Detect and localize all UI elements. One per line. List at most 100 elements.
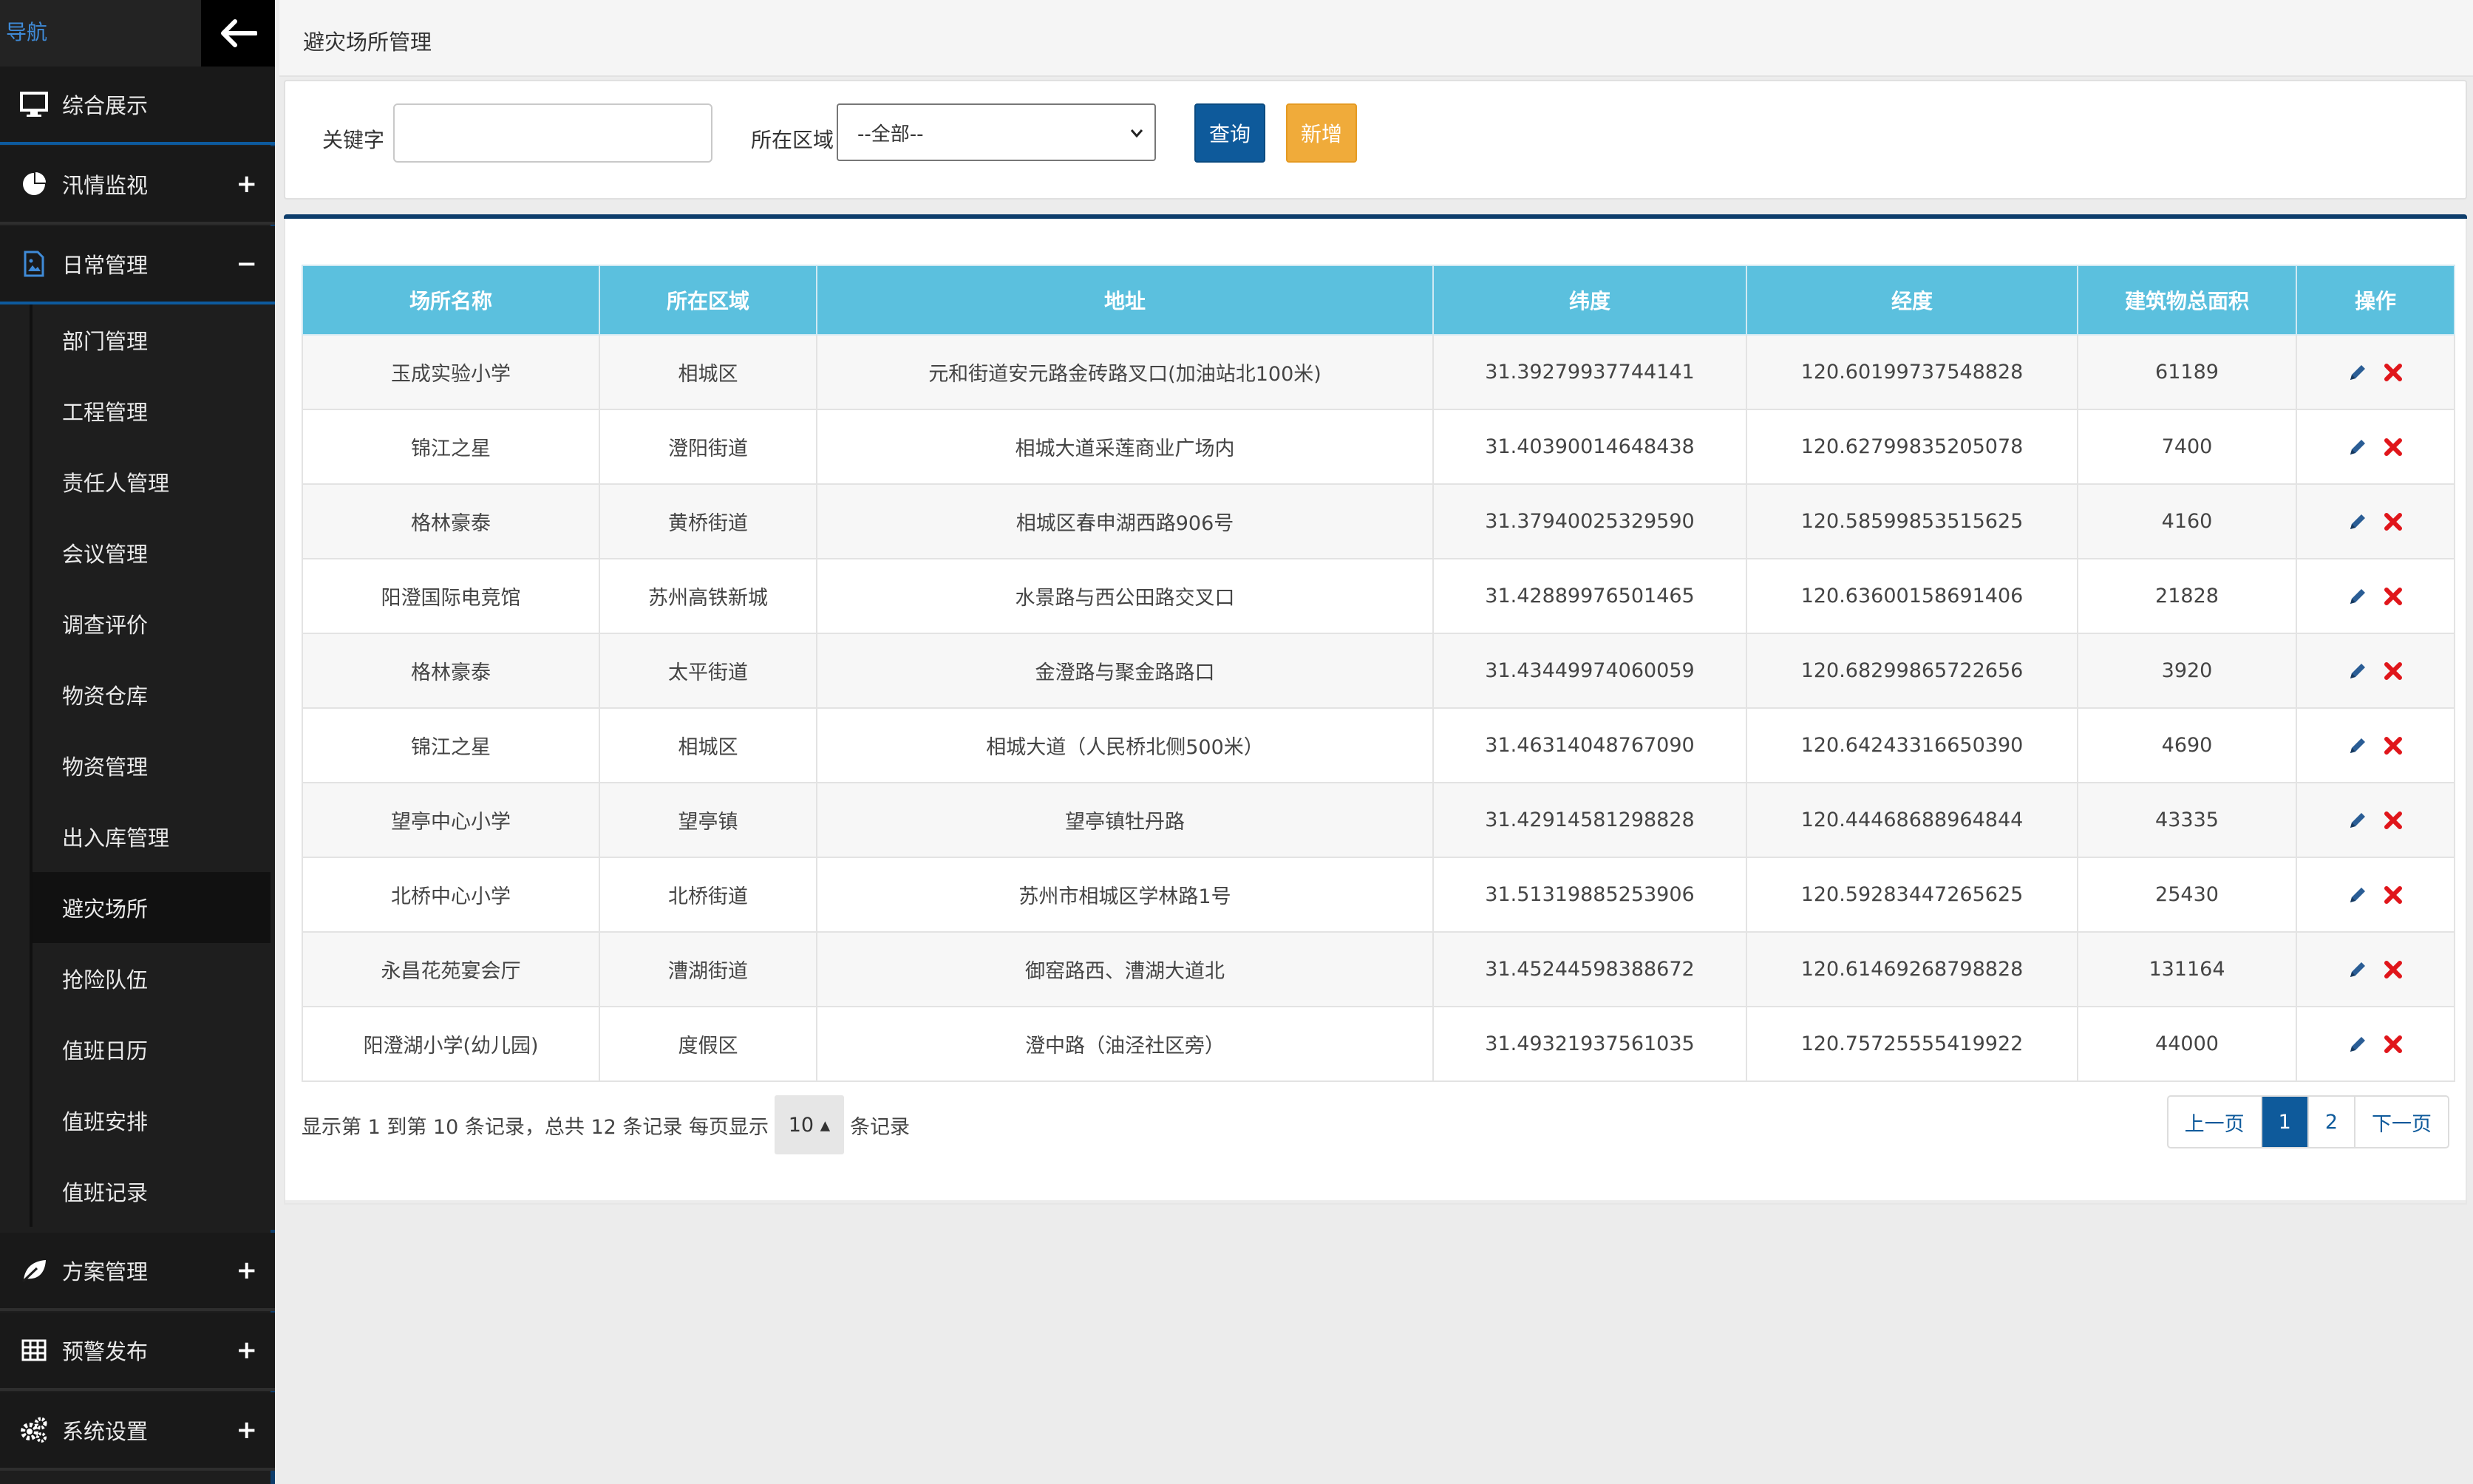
expand-icon: + [236, 1335, 258, 1365]
edit-icon[interactable] [2345, 658, 2370, 684]
delete-icon[interactable] [2381, 435, 2406, 460]
table-cell: 120.58599853515625 [1746, 483, 2078, 559]
sidebar-item-meetings[interactable]: 会议管理 [30, 517, 271, 588]
page-size-select[interactable]: 10 ▴ [774, 1095, 844, 1154]
row-actions [2297, 1032, 2454, 1057]
pagination-info-prefix: 显示第 1 到第 10 条记录，总共 12 条记录 每页显示 [302, 1115, 769, 1139]
table-cell: 61189 [2077, 334, 2297, 410]
sidebar-item-responsible-persons[interactable]: 责任人管理 [30, 446, 271, 517]
menu-system-settings[interactable]: 系统设置 + [0, 1392, 275, 1471]
column-header[interactable]: 建筑物总面积 [2077, 265, 2297, 336]
sidebar-item-duty-calendar[interactable]: 值班日历 [30, 1014, 271, 1085]
sidebar-item-rescue-teams[interactable]: 抢险队伍 [30, 943, 271, 1014]
delete-icon[interactable] [2381, 733, 2406, 758]
table-cell: 度假区 [599, 1006, 817, 1082]
edit-icon[interactable] [2345, 584, 2370, 609]
menu-overview[interactable]: 综合展示 [0, 67, 275, 145]
table-cell: 31.40390014648438 [1432, 409, 1747, 485]
row-actions [2297, 509, 2454, 534]
row-actions [2297, 808, 2454, 833]
panel-body: 场所名称 所在区域 地址 纬度 经度 建筑物总面积 操作 玉成实验小学 相城区 元和… [284, 219, 2467, 1205]
sidebar-item-warehouses[interactable]: 物资仓库 [30, 659, 271, 730]
sidebar-item-departments[interactable]: 部门管理 [30, 304, 271, 375]
menu-warning-release[interactable]: 预警发布 + [0, 1313, 275, 1391]
delete-icon[interactable] [2381, 957, 2406, 982]
menu-label: 方案管理 [62, 1259, 149, 1284]
collapse-icon: − [236, 249, 258, 279]
table-row: 北桥中心小学 北桥街道 苏州市相城区学林路1号 31.51319885253906 12… [302, 857, 2455, 933]
table-cell: 苏州高铁新城 [599, 558, 817, 634]
sidebar: 导航 综合展示 汛情监视 + 日常管理 − 部门管理 工程管理 责任人管理 会议… [0, 0, 275, 1484]
table-cell: 北桥街道 [599, 857, 817, 933]
delete-icon[interactable] [2381, 584, 2406, 609]
table-row: 永昌花苑宴会厅 漕湖街道 御窑路西、漕湖大道北 31.45244598388672 12… [302, 931, 2455, 1007]
table-cell: 黄桥街道 [599, 483, 817, 559]
column-header: 操作 [2296, 265, 2455, 336]
menu-label: 系统设置 [62, 1419, 149, 1444]
table-row: 阳澄湖小学(幼儿园) 度假区 澄中路（油泾社区旁） 31.49321937561035… [302, 1006, 2455, 1082]
edit-icon[interactable] [2345, 509, 2370, 534]
table-cell: 澄中路（油泾社区旁） [816, 1006, 1434, 1082]
sidebar-item-duty-records[interactable]: 值班记录 [30, 1156, 271, 1227]
edit-icon[interactable] [2345, 733, 2370, 758]
table-cell: 120.68299865722656 [1746, 633, 2078, 709]
daily-management-submenu: 部门管理 工程管理 责任人管理 会议管理 调查评价 物资仓库 物资管理 出入库管… [0, 304, 275, 1230]
sidebar-item-surveys[interactable]: 调查评价 [30, 588, 271, 659]
table-cell: 120.44468688964844 [1746, 782, 2078, 858]
menu-daily-management[interactable]: 日常管理 − [0, 226, 275, 304]
column-header[interactable]: 所在区域 [599, 265, 817, 336]
delete-icon[interactable] [2381, 808, 2406, 833]
edit-icon[interactable] [2345, 808, 2370, 833]
menu-label: 预警发布 [62, 1339, 149, 1364]
table-cell: 相城大道（人民桥北侧500米） [816, 707, 1434, 783]
column-header[interactable]: 场所名称 [302, 265, 600, 336]
table-body: 玉成实验小学 相城区 元和街道安元路金砖路叉口(加油站北100米) 31.392799… [302, 334, 2455, 1082]
sidebar-item-shelters[interactable]: 避灾场所 [30, 872, 271, 943]
page-button-1[interactable]: 1 [2260, 1097, 2307, 1147]
column-header[interactable]: 纬度 [1432, 265, 1747, 336]
edit-icon[interactable] [2345, 360, 2370, 385]
delete-icon[interactable] [2381, 658, 2406, 684]
table-cell: 金澄路与聚金路路口 [816, 633, 1434, 709]
edit-icon[interactable] [2345, 882, 2370, 908]
next-page-button[interactable]: 下一页 [2354, 1097, 2448, 1147]
delete-icon[interactable] [2381, 882, 2406, 908]
table-row: 玉成实验小学 相城区 元和街道安元路金砖路叉口(加油站北100米) 31.392799… [302, 334, 2455, 410]
menu-flood-monitor[interactable]: 汛情监视 + [0, 146, 275, 225]
table-cell: 望亭中心小学 [302, 782, 600, 858]
delete-icon[interactable] [2381, 509, 2406, 534]
keyword-input[interactable] [393, 103, 712, 163]
prev-page-button[interactable]: 上一页 [2168, 1097, 2261, 1147]
sidebar-item-inventory[interactable]: 出入库管理 [30, 801, 271, 872]
sidebar-item-projects[interactable]: 工程管理 [30, 375, 271, 446]
edit-icon[interactable] [2345, 957, 2370, 982]
column-header[interactable]: 经度 [1746, 265, 2078, 336]
delete-icon[interactable] [2381, 1032, 2406, 1057]
table-cell: 锦江之星 [302, 409, 600, 485]
sidebar-item-duty-schedule[interactable]: 值班安排 [30, 1085, 271, 1156]
table-row: 锦江之星 澄阳街道 相城大道采莲商业广场内 31.40390014648438 120.… [302, 409, 2455, 485]
menu-plan-management[interactable]: 方案管理 + [0, 1233, 275, 1311]
column-header[interactable]: 地址 [816, 265, 1434, 336]
table-row: 格林豪泰 黄桥街道 相城区春申湖西路906号 31.37940025329590 120… [302, 483, 2455, 559]
operations-cell [2296, 857, 2455, 933]
edit-icon[interactable] [2345, 435, 2370, 460]
results-panel: 场所名称 所在区域 地址 纬度 经度 建筑物总面积 操作 玉成实验小学 相城区 元和… [284, 214, 2467, 1205]
table-cell: 31.46314048767090 [1432, 707, 1747, 783]
delete-icon[interactable] [2381, 360, 2406, 385]
edit-icon[interactable] [2345, 1032, 2370, 1057]
table-cell: 元和街道安元路金砖路叉口(加油站北100米) [816, 334, 1434, 410]
expand-icon: + [236, 1415, 258, 1445]
query-button[interactable]: 查询 [1194, 103, 1265, 163]
back-arrow-button[interactable] [201, 0, 275, 67]
table-cell: 7400 [2077, 409, 2297, 485]
keyword-label: 关键字 [322, 128, 385, 152]
add-button[interactable]: 新增 [1286, 103, 1357, 163]
page-button-2[interactable]: 2 [2307, 1097, 2354, 1147]
region-select[interactable]: --全部-- [837, 103, 1156, 161]
table-cell: 望亭镇牡丹路 [816, 782, 1434, 858]
table-cell: 31.42889976501465 [1432, 558, 1747, 634]
sidebar-item-materials[interactable]: 物资管理 [30, 730, 271, 801]
table-header-row: 场所名称 所在区域 地址 纬度 经度 建筑物总面积 操作 [302, 265, 2455, 336]
pie-chart-icon [18, 168, 50, 200]
